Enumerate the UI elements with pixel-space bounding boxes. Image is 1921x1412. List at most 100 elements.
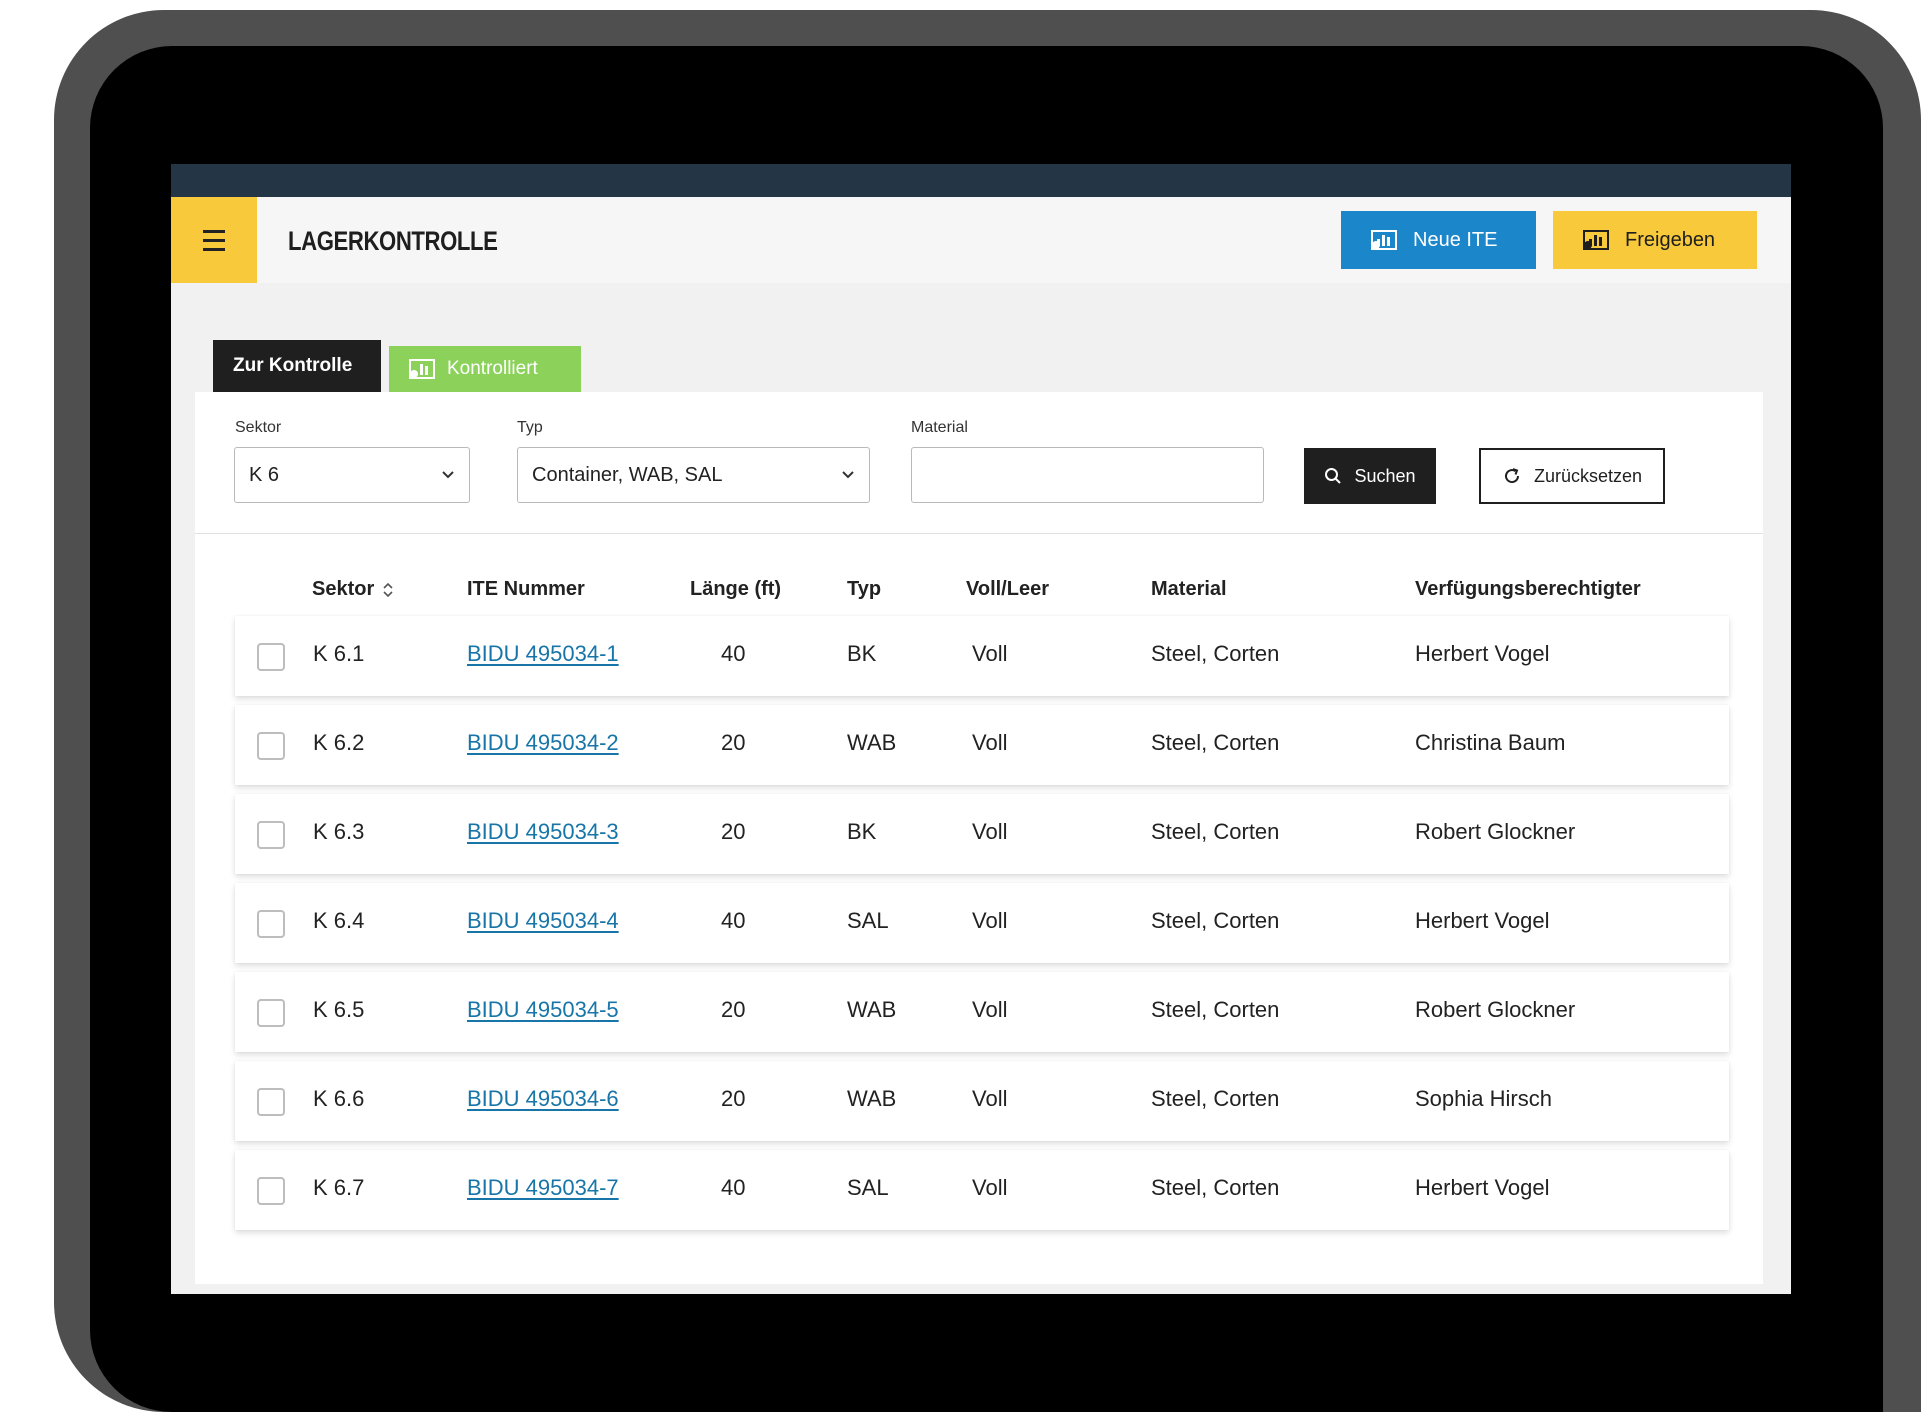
column-header-typ: Typ <box>847 578 882 600</box>
type-label: Typ <box>517 419 543 436</box>
tab-kontrolliert[interactable]: Kontrolliert <box>389 346 581 392</box>
chevron-down-icon <box>442 471 454 479</box>
content-panel: Sektor K 6 Typ Container, WAB, SAL Mater… <box>195 392 1763 1284</box>
cell-owner: Herbert Vogel <box>1415 641 1550 666</box>
cell-length: 40 <box>721 1175 746 1200</box>
column-header-verfuegungsberechtigter: Verfügungsberechtigter <box>1415 578 1641 600</box>
material-label: Material <box>911 419 968 436</box>
sector-label: Sektor <box>235 419 282 436</box>
cell-length: 20 <box>721 819 746 844</box>
type-select-value: Container, WAB, SAL <box>532 463 723 486</box>
table-row[interactable]: K 6.5 BIDU 495034-5 20 WAB Voll Steel, C… <box>235 972 1729 1052</box>
row-checkbox[interactable] <box>257 910 285 938</box>
row-checkbox[interactable] <box>257 732 285 760</box>
table-row[interactable]: K 6.7 BIDU 495034-7 40 SAL Voll Steel, C… <box>235 1150 1729 1230</box>
ite-number-link[interactable]: BIDU 495034-6 <box>467 1086 619 1112</box>
cell-sector: K 6.6 <box>313 1086 365 1111</box>
cell-owner: Christina Baum <box>1415 730 1566 755</box>
reset-button-label: Zurücksetzen <box>1533 465 1643 486</box>
ite-number-link[interactable]: BIDU 495034-4 <box>467 908 619 934</box>
column-header-laenge: Länge (ft) <box>690 578 782 600</box>
cell-sector: K 6.3 <box>313 819 365 844</box>
reset-button[interactable]: Zurücksetzen <box>1479 448 1665 504</box>
table-row[interactable]: K 6.2 BIDU 495034-2 20 WAB Voll Steel, C… <box>235 705 1729 785</box>
column-header-sektor[interactable]: Sektor <box>312 578 394 601</box>
cell-fill-state: Voll <box>972 1086 1008 1111</box>
ite-number-link[interactable]: BIDU 495034-3 <box>467 819 619 845</box>
cell-fill-state: Voll <box>972 908 1008 933</box>
ite-number-link[interactable]: BIDU 495034-2 <box>467 730 619 756</box>
release-label: Freigeben <box>1625 228 1716 251</box>
hamburger-menu-icon <box>203 227 225 254</box>
menu-button[interactable] <box>171 197 257 283</box>
cell-sector: K 6.1 <box>313 641 365 666</box>
column-header-ite-nummer: ITE Nummer <box>467 578 585 600</box>
material-input[interactable] <box>911 447 1264 503</box>
cell-owner: Herbert Vogel <box>1415 908 1550 933</box>
row-checkbox[interactable] <box>257 1088 285 1116</box>
filter-divider <box>195 533 1763 534</box>
cell-material: Steel, Corten <box>1151 730 1280 755</box>
sort-up-down-icon <box>383 582 393 597</box>
tab-label: Zur Kontrolle <box>233 355 353 376</box>
cell-length: 20 <box>721 997 746 1022</box>
tab-zur-kontrolle[interactable]: Zur Kontrolle <box>213 340 381 392</box>
cell-owner: Herbert Vogel <box>1415 1175 1550 1200</box>
cell-sector: K 6.4 <box>313 908 365 933</box>
ite-number-link[interactable]: BIDU 495034-1 <box>467 641 619 667</box>
cell-material: Steel, Corten <box>1151 1175 1280 1200</box>
cell-type: SAL <box>847 1175 889 1200</box>
cell-owner: Robert Glockner <box>1415 819 1576 844</box>
table-row[interactable]: K 6.6 BIDU 495034-6 20 WAB Voll Steel, C… <box>235 1061 1729 1141</box>
table-row[interactable]: K 6.4 BIDU 495034-4 40 SAL Voll Steel, C… <box>235 883 1729 963</box>
refresh-icon <box>1505 468 1519 484</box>
table-row[interactable]: K 6.3 BIDU 495034-3 20 BK Voll Steel, Co… <box>235 794 1729 874</box>
ite-number-link[interactable]: BIDU 495034-5 <box>467 997 619 1023</box>
sector-select-value: K 6 <box>249 463 280 486</box>
sector-select[interactable]: K 6 <box>234 447 470 503</box>
cell-length: 40 <box>721 641 746 666</box>
magnifier-icon <box>1325 468 1342 484</box>
cell-type: WAB <box>847 730 897 755</box>
cell-material: Steel, Corten <box>1151 1086 1280 1111</box>
column-header-voll-leer: Voll/Leer <box>966 578 1049 600</box>
row-checkbox[interactable] <box>257 1177 285 1205</box>
search-button[interactable]: Suchen <box>1304 448 1436 504</box>
new-ite-button[interactable]: Neue ITE <box>1341 211 1536 269</box>
cell-sector: K 6.5 <box>313 997 365 1022</box>
cell-type: WAB <box>847 1086 897 1111</box>
cell-material: Steel, Corten <box>1151 908 1280 933</box>
cell-type: WAB <box>847 997 897 1022</box>
cell-type: SAL <box>847 908 889 933</box>
cell-owner: Sophia Hirsch <box>1415 1086 1552 1111</box>
tablet-frame: LAGERKONTROLLE Neue ITE Freigeben Zur Ko… <box>54 10 1921 1412</box>
cell-length: 40 <box>721 908 746 933</box>
cell-type: BK <box>847 819 877 844</box>
container-chart-icon <box>1371 230 1397 250</box>
cell-owner: Robert Glockner <box>1415 997 1576 1022</box>
cell-fill-state: Voll <box>972 641 1008 666</box>
row-checkbox[interactable] <box>257 999 285 1027</box>
top-status-strip <box>171 164 1791 197</box>
cell-fill-state: Voll <box>972 1175 1008 1200</box>
cell-fill-state: Voll <box>972 819 1008 844</box>
ite-number-link[interactable]: BIDU 495034-7 <box>467 1175 619 1201</box>
cell-material: Steel, Corten <box>1151 819 1280 844</box>
container-chart-icon <box>409 359 435 379</box>
release-button[interactable]: Freigeben <box>1553 211 1757 269</box>
type-select[interactable]: Container, WAB, SAL <box>517 447 870 503</box>
row-checkbox[interactable] <box>257 821 285 849</box>
chevron-down-icon <box>842 471 854 479</box>
app-window: LAGERKONTROLLE Neue ITE Freigeben Zur Ko… <box>171 164 1791 1294</box>
row-checkbox[interactable] <box>257 643 285 671</box>
new-ite-label: Neue ITE <box>1413 228 1498 251</box>
cell-material: Steel, Corten <box>1151 641 1280 666</box>
column-header-material: Material <box>1151 578 1227 600</box>
search-button-label: Suchen <box>1354 465 1416 486</box>
cell-sector: K 6.2 <box>313 730 365 755</box>
container-chart-icon <box>1583 230 1609 250</box>
cell-type: BK <box>847 641 877 666</box>
cell-fill-state: Voll <box>972 730 1008 755</box>
column-header-label: Sektor <box>312 578 375 600</box>
table-row[interactable]: K 6.1 BIDU 495034-1 40 BK Voll Steel, Co… <box>235 616 1729 696</box>
